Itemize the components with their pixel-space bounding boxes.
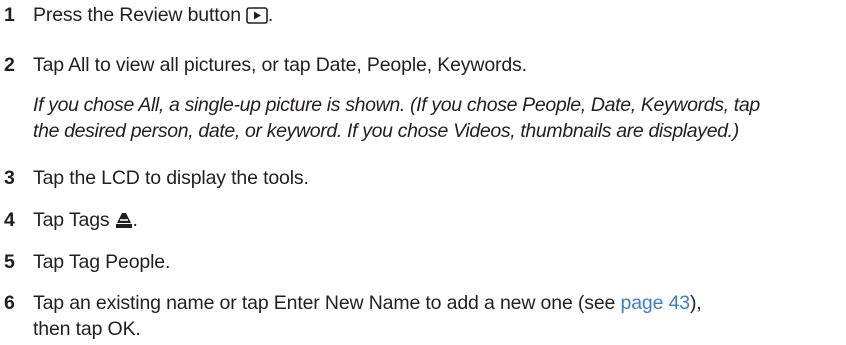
tag-icon bbox=[115, 210, 133, 236]
step-1-text: Press the Review button bbox=[33, 4, 241, 26]
instructions-document: 1 Press the Review button. 2 Tap All to … bbox=[0, 0, 846, 345]
step-text: Tap an existing name or tap Enter New Na… bbox=[33, 290, 702, 316]
note-line-1: If you chose All, a single-up picture is… bbox=[33, 94, 760, 116]
step-number: 6 bbox=[4, 292, 15, 314]
step-number: 1 bbox=[4, 4, 15, 26]
step-4-text: Tap Tags bbox=[33, 209, 110, 231]
step-number: 4 bbox=[4, 209, 15, 231]
step-1-suffix: . bbox=[267, 4, 274, 26]
step-number: 2 bbox=[4, 54, 15, 76]
page-43-link[interactable]: page 43 bbox=[621, 292, 691, 314]
step-text: Press the Review button. bbox=[33, 2, 273, 31]
step-text: Tap Tag People. bbox=[33, 251, 171, 273]
step-6-text-after: ), bbox=[689, 292, 702, 314]
step-number: 5 bbox=[4, 251, 15, 273]
step-6-line-2: then tap OK. bbox=[33, 318, 141, 340]
step-6-text-before: Tap an existing name or tap Enter New Na… bbox=[33, 292, 621, 314]
step-text: Tap Tags. bbox=[33, 207, 138, 236]
step-text: Tap All to view all pictures, or tap Dat… bbox=[33, 54, 527, 76]
step-text: Tap the LCD to display the tools. bbox=[33, 167, 309, 189]
note-line-2: the desired person, date, or keyword. If… bbox=[33, 120, 739, 142]
step-4-suffix: . bbox=[132, 209, 138, 231]
review-button-icon bbox=[246, 5, 268, 31]
step-number: 3 bbox=[4, 167, 15, 189]
